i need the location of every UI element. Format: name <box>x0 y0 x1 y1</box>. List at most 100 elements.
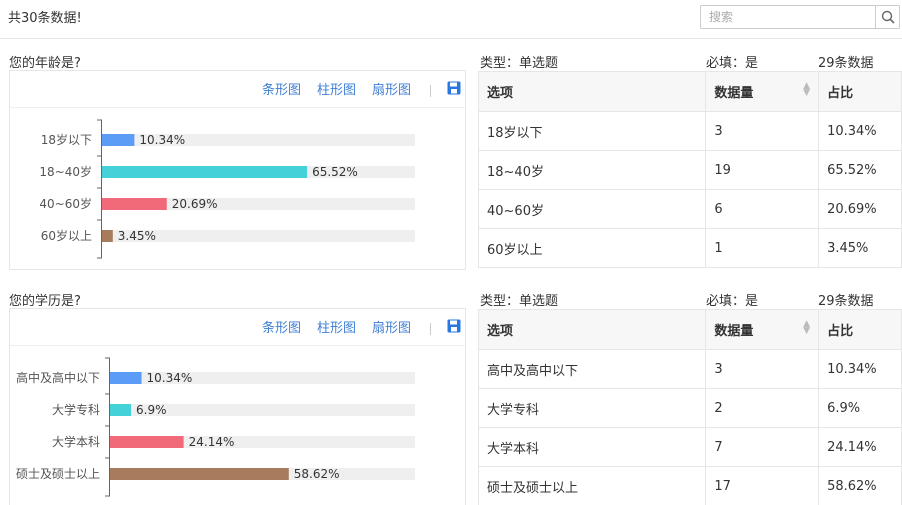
cell-option: 60岁以上 <box>477 228 707 268</box>
chart-toolbar: 条形图 柱形图 扇形图 <box>246 317 411 336</box>
bar <box>110 468 289 480</box>
question-title: 您的年龄是? <box>9 56 81 71</box>
data-label: 65.52% <box>312 165 358 179</box>
cell-count: 2 <box>705 388 820 428</box>
data-label: 6.9% <box>136 403 167 417</box>
bar-chart: 18岁以下 10.34% 18~40岁 65.52% 40~60岁 20.69% 60岁以上… <box>39 119 415 259</box>
chart-toolbar: 条形图 柱形图 扇形图 <box>246 79 411 98</box>
cell-count: 3 <box>705 111 820 151</box>
data-label: 20.69% <box>172 197 218 211</box>
table-row: 18~40岁 19 65.52% <box>477 150 902 190</box>
cell-percent: 65.52% <box>818 150 902 190</box>
cell-percent: 58.62% <box>818 466 902 505</box>
column-header-count[interactable]: 数据量 ▲ ▼ <box>705 309 820 350</box>
cell-count: 7 <box>705 427 820 467</box>
total-count-label: 共30条数据! <box>8 11 82 26</box>
column-header-option: 选项 <box>477 309 707 350</box>
cell-percent: 10.34% <box>818 349 902 389</box>
cell-count: 1 <box>705 228 820 268</box>
table-row: 大学专科 2 6.9% <box>477 388 902 428</box>
table-header-row: 选项 数据量 ▲ ▼ 占比 <box>477 309 902 350</box>
bar <box>110 372 142 384</box>
column-header-count-label: 数据量 <box>714 86 754 101</box>
column-header-count-label: 数据量 <box>714 324 754 339</box>
search-icon <box>881 10 895 24</box>
category-label: 大学本科 <box>52 434 100 449</box>
sort-icon[interactable]: ▲ ▼ <box>803 320 810 336</box>
bar <box>110 404 132 416</box>
required-flag: 必填：是 <box>706 294 759 309</box>
category-label: 硕士及硕士以上 <box>16 467 100 481</box>
data-count: 29条数据 <box>818 294 874 309</box>
table-header-row: 选项 数据量 ▲ ▼ 占比 <box>477 71 902 112</box>
sort-icon[interactable]: ▲ ▼ <box>803 82 810 98</box>
cell-option: 大学专科 <box>477 388 707 428</box>
data-label: 10.34% <box>147 371 193 385</box>
cell-percent: 10.34% <box>818 111 902 151</box>
cell-option: 18~40岁 <box>477 150 707 190</box>
cell-percent: 24.14% <box>818 427 902 467</box>
bar-chart: 高中及高中以下 10.34% 大学专科 6.9% 大学本科 24.14% 硕士及硕士以上 58… <box>16 357 415 497</box>
data-label: 10.34% <box>139 133 185 147</box>
bar-chart-tab[interactable]: 条形图 <box>262 317 301 336</box>
bar <box>102 230 113 242</box>
chart-panel: 条形图 柱形图 扇形图 18岁以下 10.34% 18~40岁 65.52% 40~60… <box>9 70 466 270</box>
bar <box>102 134 135 146</box>
cell-count: 19 <box>705 150 820 190</box>
pie-chart-tab[interactable]: 扇形图 <box>372 317 411 336</box>
question-type: 类型：单选题 <box>480 294 559 309</box>
bar <box>102 198 167 210</box>
cell-option: 硕士及硕士以上 <box>477 466 707 505</box>
column-chart-tab[interactable]: 柱形图 <box>317 79 356 98</box>
cell-option: 18岁以下 <box>477 111 707 151</box>
required-flag: 必填：是 <box>706 56 759 71</box>
table-row: 大学本科 7 24.14% <box>477 427 902 467</box>
cell-option: 大学本科 <box>477 427 707 467</box>
column-header-percent: 占比 <box>818 309 902 350</box>
data-label: 58.62% <box>294 467 340 481</box>
bar <box>110 436 184 448</box>
toolbar-divider <box>430 85 431 97</box>
data-table: 选项 数据量 ▲ ▼ 占比 高中及高中以下 3 10.34% 大学专科 2 6.9… <box>477 309 902 505</box>
column-header-option: 选项 <box>477 71 707 112</box>
cell-percent: 20.69% <box>818 189 902 229</box>
cell-count: 17 <box>705 466 820 505</box>
search-input[interactable] <box>701 6 875 28</box>
header-divider <box>0 38 902 39</box>
table-row: 40~60岁 6 20.69% <box>477 189 902 229</box>
category-label: 大学专科 <box>52 402 100 417</box>
data-label: 24.14% <box>189 435 235 449</box>
save-icon[interactable] <box>447 319 461 333</box>
column-header-count[interactable]: 数据量 ▲ ▼ <box>705 71 820 112</box>
search-box <box>700 5 900 29</box>
category-label: 40~60岁 <box>39 196 92 211</box>
question-type: 类型：单选题 <box>480 56 559 71</box>
search-button[interactable] <box>875 6 899 28</box>
save-icon[interactable] <box>447 81 461 95</box>
cell-count: 3 <box>705 349 820 389</box>
category-label: 高中及高中以下 <box>16 370 100 385</box>
table-row: 18岁以下 3 10.34% <box>477 111 902 151</box>
column-header-percent: 占比 <box>818 71 902 112</box>
table-row: 硕士及硕士以上 17 58.62% <box>477 466 902 505</box>
cell-option: 高中及高中以下 <box>477 349 707 389</box>
table-row: 60岁以上 1 3.45% <box>477 228 902 268</box>
column-chart-tab[interactable]: 柱形图 <box>317 317 356 336</box>
bar <box>102 166 308 178</box>
category-label: 18~40岁 <box>39 164 92 179</box>
category-label: 60岁以上 <box>41 228 92 243</box>
cell-percent: 3.45% <box>818 228 902 268</box>
data-label: 3.45% <box>118 229 156 243</box>
category-label: 18岁以下 <box>41 132 92 147</box>
bar-chart-tab[interactable]: 条形图 <box>262 79 301 98</box>
table-row: 高中及高中以下 3 10.34% <box>477 349 902 389</box>
cell-percent: 6.9% <box>818 388 902 428</box>
pie-chart-tab[interactable]: 扇形图 <box>372 79 411 98</box>
question-title: 您的学历是? <box>9 294 81 309</box>
data-table: 选项 数据量 ▲ ▼ 占比 18岁以下 3 10.34% 18~40岁 19 65… <box>477 71 902 268</box>
chart-panel: 条形图 柱形图 扇形图 高中及高中以下 10.34% 大学专科 6.9% 大学本科 24.… <box>9 308 466 505</box>
cell-count: 6 <box>705 189 820 229</box>
toolbar-divider <box>430 323 431 335</box>
data-count: 29条数据 <box>818 56 874 71</box>
cell-option: 40~60岁 <box>477 189 707 229</box>
